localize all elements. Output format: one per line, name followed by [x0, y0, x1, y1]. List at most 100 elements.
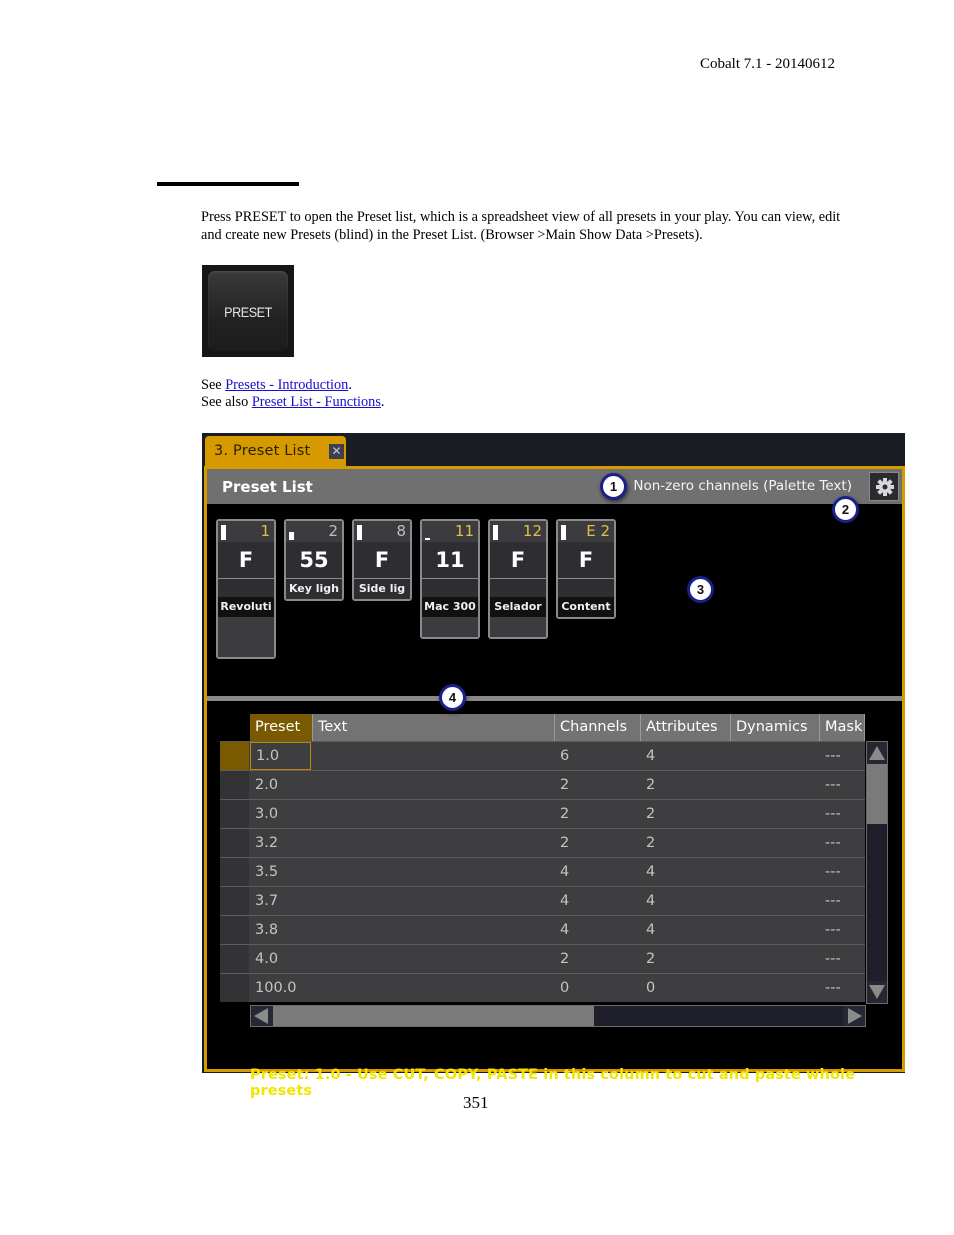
cell-channels[interactable]: 4 [560, 887, 569, 915]
table-row[interactable]: 4.0 2 2 --- [220, 944, 865, 973]
row-header[interactable] [220, 771, 249, 799]
splitter-handle[interactable] [207, 696, 902, 701]
level-bar [357, 525, 362, 540]
cell-preset[interactable]: 3.7 [255, 887, 278, 915]
cell-attributes[interactable]: 2 [646, 829, 655, 857]
cell-preset[interactable]: 1.0 [250, 742, 311, 770]
column-header-dynamics[interactable]: Dynamics [731, 714, 820, 741]
cell-preset[interactable]: 3.2 [255, 829, 278, 857]
tile-name: Side lig [354, 579, 410, 599]
row-header[interactable] [220, 887, 249, 915]
cell-channels[interactable]: 4 [560, 916, 569, 944]
row-header[interactable] [220, 974, 249, 1002]
tile-value: F [354, 542, 410, 579]
table-row[interactable]: 100.0 0 0 --- [220, 973, 865, 1002]
cell-attributes[interactable]: 2 [646, 800, 655, 828]
cell-channels[interactable]: 2 [560, 800, 569, 828]
table-row[interactable]: 3.7 4 4 --- [220, 886, 865, 915]
vertical-scrollbar[interactable] [866, 741, 888, 1004]
cell-attributes[interactable]: 4 [646, 858, 655, 886]
preset-tile[interactable]: E 2 F Content [556, 519, 616, 619]
cell-mask[interactable]: --- [825, 945, 841, 973]
table-row[interactable]: 3.8 4 4 --- [220, 915, 865, 944]
cell-preset[interactable]: 4.0 [255, 945, 278, 973]
preset-list-functions-link[interactable]: Preset List - Functions [252, 394, 381, 410]
presets-introduction-link[interactable]: Presets - Introduction [225, 377, 348, 393]
cell-mask[interactable]: --- [825, 916, 841, 944]
cell-attributes[interactable]: 2 [646, 945, 655, 973]
preset-tile[interactable]: 2 55 Key ligh [284, 519, 344, 601]
tile-name: Revoluti [218, 597, 274, 617]
cell-channels[interactable]: 0 [560, 974, 569, 1002]
scroll-up-button[interactable] [867, 742, 887, 764]
tile-spacer [422, 579, 478, 597]
cell-channels[interactable]: 4 [560, 858, 569, 886]
cell-channels[interactable]: 6 [560, 742, 569, 770]
cell-mask[interactable]: --- [825, 887, 841, 915]
tile-header: 11 [422, 521, 478, 542]
cell-attributes[interactable]: 2 [646, 771, 655, 799]
row-header[interactable] [220, 945, 249, 973]
cell-preset[interactable]: 3.5 [255, 858, 278, 886]
section-rule [157, 182, 299, 186]
preset-list-window: Preset List Non-zero channels (Palette T… [204, 466, 905, 1099]
cell-attributes[interactable]: 4 [646, 887, 655, 915]
display-mode-label[interactable]: Non-zero channels (Palette Text) [633, 478, 852, 494]
preset-tile[interactable]: 11 11 Mac 300 [420, 519, 480, 639]
cell-attributes[interactable]: 4 [646, 916, 655, 944]
see-also-line: See also Preset List - Functions. [201, 394, 384, 411]
cell-preset[interactable]: 100.0 [255, 974, 297, 1002]
row-header[interactable] [220, 800, 249, 828]
cell-preset[interactable]: 3.8 [255, 916, 278, 944]
row-header[interactable] [220, 858, 249, 886]
column-header-preset[interactable]: Preset [250, 714, 313, 741]
row-header[interactable] [220, 829, 249, 857]
close-icon[interactable]: ✕ [329, 444, 344, 459]
cell-mask[interactable]: --- [825, 771, 841, 799]
column-header-mask[interactable]: Mask [820, 714, 865, 741]
cell-mask[interactable]: --- [825, 742, 841, 770]
preset-tile[interactable]: 12 F Selador [488, 519, 548, 639]
scroll-down-button[interactable] [867, 981, 887, 1003]
tile-footer [490, 617, 546, 637]
vertical-scroll-thumb[interactable] [867, 764, 887, 824]
tab-preset-list[interactable]: 3. Preset List ✕ [205, 436, 346, 467]
scroll-right-button[interactable] [843, 1006, 865, 1026]
scroll-left-button[interactable] [251, 1006, 273, 1026]
cell-channels[interactable]: 2 [560, 945, 569, 973]
intro-paragraph: Press PRESET to open the Preset list, wh… [201, 209, 841, 243]
row-header[interactable] [220, 916, 249, 944]
settings-button[interactable] [869, 472, 899, 501]
tile-header: 8 [354, 521, 410, 542]
see-also-prefix: See also [201, 394, 252, 410]
cell-mask[interactable]: --- [825, 858, 841, 886]
table-row[interactable]: 3.2 2 2 --- [220, 828, 865, 857]
table-row[interactable]: 3.0 2 2 --- [220, 799, 865, 828]
cell-mask[interactable]: --- [825, 829, 841, 857]
row-header[interactable] [220, 742, 249, 770]
preset-tile[interactable]: 1 F Revoluti [216, 519, 276, 659]
window-titlebar: Preset List Non-zero channels (Palette T… [207, 469, 902, 504]
cell-preset[interactable]: 2.0 [255, 771, 278, 799]
preset-tile[interactable]: 8 F Side lig [352, 519, 412, 601]
tile-spacer [558, 579, 614, 597]
cell-attributes[interactable]: 4 [646, 742, 655, 770]
tile-number: 2 [328, 522, 338, 540]
cell-mask[interactable]: --- [825, 800, 841, 828]
column-header-text[interactable]: Text [313, 714, 555, 741]
table-row[interactable]: 3.5 4 4 --- [220, 857, 865, 886]
column-header-attributes[interactable]: Attributes [641, 714, 731, 741]
table-row[interactable]: 2.0 2 2 --- [220, 770, 865, 799]
tile-number: E 2 [586, 522, 610, 540]
level-bar [493, 525, 498, 540]
cell-preset[interactable]: 3.0 [255, 800, 278, 828]
cell-channels[interactable]: 2 [560, 829, 569, 857]
cell-attributes[interactable]: 0 [646, 974, 655, 1002]
cell-mask[interactable]: --- [825, 974, 841, 1002]
cell-channels[interactable]: 2 [560, 771, 569, 799]
column-header-channels[interactable]: Channels [555, 714, 641, 741]
doc-version-header: Cobalt 7.1 - 20140612 [700, 56, 835, 72]
horizontal-scrollbar[interactable] [250, 1005, 866, 1027]
horizontal-scroll-thumb[interactable] [273, 1006, 594, 1026]
table-row[interactable]: 1.0 6 4 --- [220, 741, 865, 771]
